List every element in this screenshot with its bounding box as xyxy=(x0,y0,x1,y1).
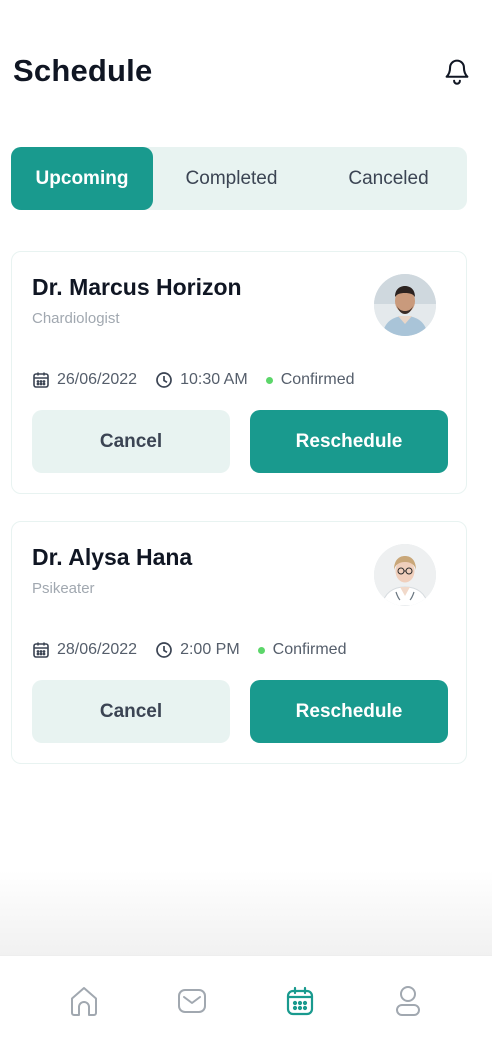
clock-icon xyxy=(156,372,172,388)
tab-upcoming[interactable]: Upcoming xyxy=(11,147,153,210)
tab-canceled[interactable]: Canceled xyxy=(310,147,467,210)
calendar-icon xyxy=(286,986,314,1015)
home-icon xyxy=(71,986,97,1016)
doctor-avatar xyxy=(374,544,436,606)
calendar-icon xyxy=(33,372,49,388)
status-dot xyxy=(257,646,265,654)
appointment-date: 28/06/2022 xyxy=(32,641,137,659)
cancel-button[interactable]: Cancel xyxy=(32,410,230,473)
appointment-status: Confirmed xyxy=(265,371,355,389)
doctor-specialty: Chardiologist xyxy=(32,310,120,327)
doctor-name: Dr. Marcus Horizon xyxy=(32,274,242,300)
appointment-meta: 28/06/2022 2:00 PM Confirmed xyxy=(32,641,364,659)
appointment-time: 2:00 PM xyxy=(155,641,240,659)
appointment-date: 26/06/2022 xyxy=(32,371,137,389)
reschedule-button[interactable]: Reschedule xyxy=(250,410,448,473)
bottom-navigation xyxy=(0,955,492,1045)
status-dot xyxy=(265,376,273,384)
header: Schedule xyxy=(13,48,472,94)
appointment-card: Dr. Marcus Horizon Chardiologist 26/06/2… xyxy=(11,251,467,494)
doctor-specialty: Psikeater xyxy=(32,580,95,597)
nav-messages[interactable] xyxy=(172,981,212,1021)
doctor-avatar xyxy=(374,274,436,336)
nav-schedule[interactable] xyxy=(280,981,320,1021)
nav-home[interactable] xyxy=(64,981,104,1021)
profile-icon xyxy=(396,985,420,1016)
calendar-icon xyxy=(33,642,49,658)
cancel-button[interactable]: Cancel xyxy=(32,680,230,743)
clock-icon xyxy=(156,642,172,658)
appointment-card: Dr. Alysa Hana Psikeater 28/06/2022 2:00… xyxy=(11,521,467,764)
notification-bell-icon[interactable] xyxy=(442,54,472,88)
message-icon xyxy=(178,988,206,1013)
appointment-status: Confirmed xyxy=(257,641,346,659)
appointment-meta: 26/06/2022 10:30 AM Confirmed xyxy=(32,371,373,389)
schedule-tabs: Upcoming Completed Canceled xyxy=(11,147,467,210)
page-title: Schedule xyxy=(13,53,153,88)
reschedule-button[interactable]: Reschedule xyxy=(250,680,448,743)
tab-completed[interactable]: Completed xyxy=(153,147,310,210)
nav-profile[interactable] xyxy=(388,981,428,1021)
bottom-fade xyxy=(0,870,492,955)
doctor-name: Dr. Alysa Hana xyxy=(32,544,193,570)
appointment-time: 10:30 AM xyxy=(155,371,248,389)
